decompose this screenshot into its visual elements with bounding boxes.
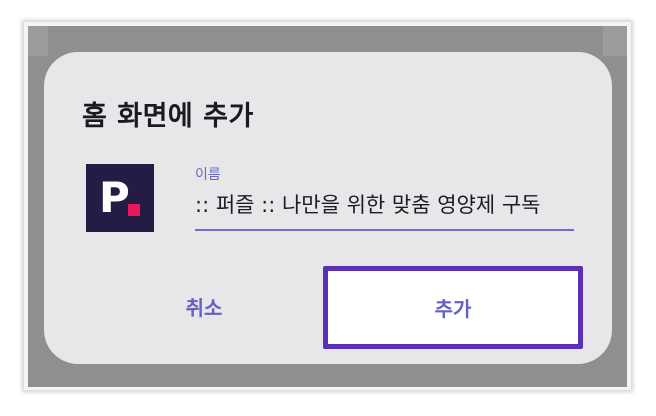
- app-icon: P: [86, 164, 154, 232]
- name-input[interactable]: :: 퍼즐 :: 나만을 위한 맞춤 영양제 구독: [195, 190, 574, 220]
- name-field-label: 이름: [195, 167, 221, 183]
- name-field[interactable]: 이름 :: 퍼즐 :: 나만을 위한 맞춤 영양제 구독: [195, 164, 574, 232]
- app-icon-dot: [128, 204, 140, 216]
- status-bar-left: [28, 26, 48, 56]
- status-bar-right: [603, 26, 627, 56]
- app-icon-letter: P: [99, 173, 130, 222]
- cancel-button[interactable]: 취소: [164, 286, 244, 326]
- name-field-underline: [195, 229, 574, 231]
- add-button[interactable]: 추가: [323, 266, 583, 349]
- dialog-title: 홈 화면에 추가: [82, 101, 254, 132]
- add-to-home-dialog: 홈 화면에 추가 P 이름 :: 퍼즐 :: 나만을 위한 맞춤 영양제 구독 …: [44, 52, 612, 364]
